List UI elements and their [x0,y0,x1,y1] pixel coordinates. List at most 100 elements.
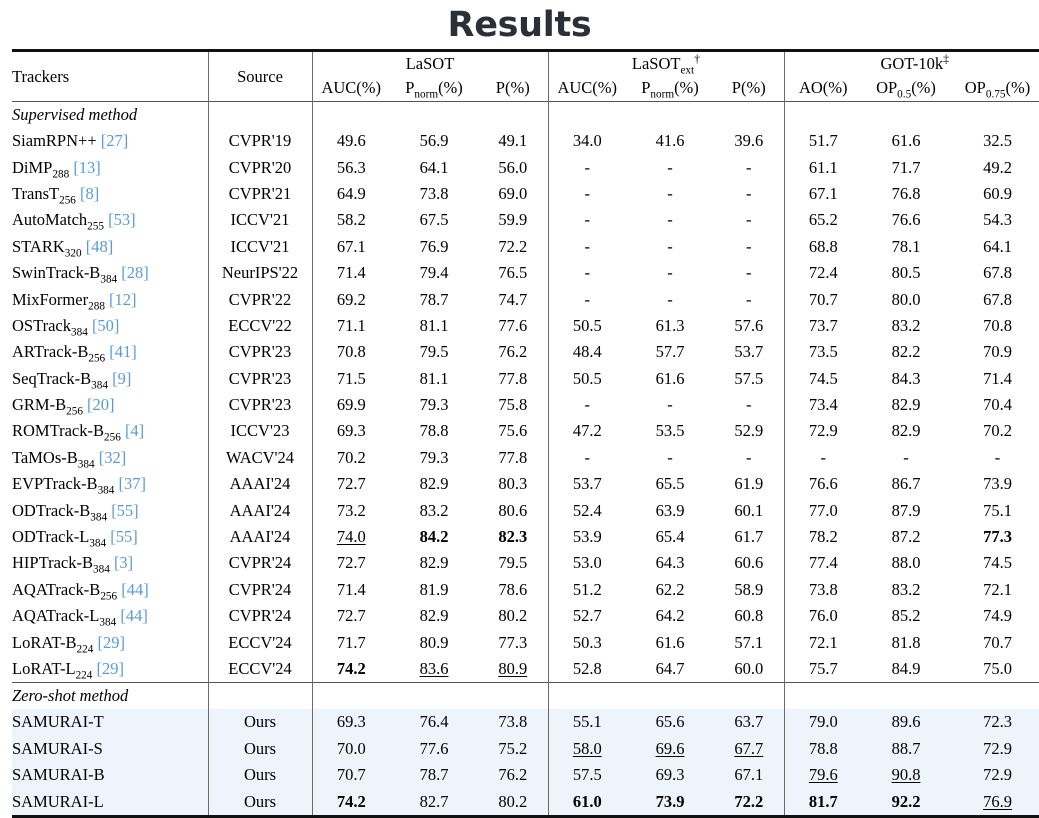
citation-link[interactable]: [48] [86,237,114,256]
metric-value: 76.6 [891,210,921,230]
table-row[interactable]: AQATrack-L384 [44] CVPR'24 72.7 82.9 80.2 52.… [12,603,1039,630]
metric-value: - [667,289,673,309]
metric-value: 50.5 [547,312,626,340]
metric-value: 71.5 [311,365,390,392]
citation-link[interactable]: [28] [121,263,149,282]
table-row[interactable]: LoRAT-L224 [29] ECCV'24 74.2 83.6 80.9 52.8 64… [12,655,1039,683]
metric-value: 88.0 [891,553,921,573]
metric-value: 75.8 [498,395,528,415]
metric-value: - [667,236,673,256]
tracker-name: MixFormer288 [12] [12,289,137,312]
metric-value: 72.3 [950,709,1039,736]
table-row[interactable]: SwinTrack-B384 [28] NeurIPS'22 71.4 79.4 76.… [12,259,1039,287]
tracker-source: CVPR'22 [207,286,312,313]
citation-link[interactable]: [12] [109,290,137,309]
table-row[interactable]: ARTrack-B256 [41] CVPR'23 70.8 79.5 76.2 48.4… [12,339,1039,366]
metric-value: 69.3 [311,709,390,736]
citation-link[interactable]: [29] [97,659,125,678]
metric-value: 79.3 [419,395,449,415]
header-subcol-1: Pnorm(%) [405,78,463,101]
citation-link[interactable]: [44] [120,606,148,625]
tracker-name: SAMURAI-T [12,709,208,736]
table-row[interactable]: EVPTrack-B384 [37] AAAI'24 72.7 82.9 80.3 53.… [12,471,1039,498]
table-row[interactable]: LoRAT-B224 [29] ECCV'24 71.7 80.9 77.3 50.3 61… [12,629,1039,656]
metric-value: 69.2 [311,286,390,313]
metric-value: 67.8 [983,263,1012,283]
metric-value: 79.0 [783,709,862,736]
metric-value: 61.6 [655,632,685,652]
tracker-source: ECCV'22 [207,312,312,340]
table-row[interactable]: GRM-B256 [20] CVPR'23 69.9 79.3 75.8- - -73.4 8… [12,391,1039,419]
table-row[interactable]: DiMP288 [13] CVPR'20 56.3 64.1 56.0- - -61.1 71… [12,154,1039,181]
citation-link[interactable]: [55] [111,501,139,520]
metric-value: 51.7 [783,128,862,155]
table-row[interactable]: ODTrack-B384 [55] AAAI'24 73.2 83.2 80.6 52.4… [12,497,1039,524]
metric-value: 74.0 [311,523,390,551]
citation-link[interactable]: [55] [110,527,138,546]
metric-value: 70.4 [983,395,1012,415]
metric-value: 79.4 [419,263,449,283]
tracker-source: CVPR'24 [207,603,312,630]
metric-value: 76.8 [891,183,921,203]
citation-link[interactable]: [13] [73,158,101,177]
table-row[interactable]: MixFormer288 [12] CVPR'22 69.2 78.7 74.7- - -7… [12,286,1039,313]
tracker-source: NeurIPS'22 [207,259,312,287]
table-header-groups: Trackers Source LaSOT LaSOText† GOT-10k‡ [12,52,1039,102]
citation-link[interactable]: [53] [108,210,136,229]
citation-link[interactable]: [29] [97,633,125,652]
metric-value: 56.9 [419,131,449,151]
tracker-name: DiMP288 [13] [12,157,101,180]
metric-value: 70.2 [983,421,1012,441]
metric-value: 49.2 [983,157,1012,177]
table-row[interactable]: AutoMatch255 [53] ICCV'21 58.2 67.5 59.9- - -6… [12,207,1039,234]
tracker-source: CVPR'23 [207,365,312,392]
metric-value: 82.9 [891,421,921,441]
metric-value: 72.9 [950,761,1039,789]
citation-link[interactable]: [41] [109,342,137,361]
metric-value: 84.3 [891,368,921,388]
citation-link[interactable]: [4] [125,421,144,440]
citation-link[interactable]: [37] [119,474,147,493]
header-subcol-4: Pnorm(%) [641,78,699,101]
table-row[interactable]: SAMURAI-L Ours 74.2 82.7 80.2 61.0 73.9 72.2 81.… [12,788,1039,817]
metric-value: 61.3 [655,315,685,335]
metric-value: - [994,447,1001,467]
citation-link[interactable]: [9] [112,369,131,388]
metric-value: 49.1 [498,131,528,151]
metric-value: 72.1 [983,579,1012,599]
metric-value: 75.0 [983,659,1012,678]
table-row[interactable]: STARK320 [48] ICCV'21 67.1 76.9 72.2- - -68.8 7… [12,233,1039,260]
citation-link[interactable]: [27] [101,131,129,150]
table-row[interactable]: TaMOs-B384 [32] WACV'24 70.2 79.3 77.8- - - - - - [12,444,1039,472]
table-row[interactable]: OSTrack384 [50] ECCV'22 71.1 81.1 77.6 50.5 61… [12,312,1039,340]
table-row[interactable]: SAMURAI-B Ours 70.7 78.7 76.2 57.5 69.3 67.1 79.… [12,761,1039,789]
metric-value: 81.7 [783,788,862,817]
citation-link[interactable]: [3] [114,553,133,572]
tracker-name: STARK320 [48] [12,236,114,260]
table-row[interactable]: AQATrack-B256 [44] CVPR'24 71.4 81.9 78.6 51.… [12,576,1039,604]
table-row[interactable]: ROMTrack-B256 [4] ICCV'23 69.3 78.8 75.6 47.2… [12,418,1039,445]
tracker-source: CVPR'21 [207,180,312,208]
metric-value: 61.6 [891,131,921,151]
metric-value: 74.5 [983,553,1012,573]
metric-value: 72.9 [783,418,862,445]
metric-value: 81.8 [891,632,921,652]
metric-value: 76.6 [783,471,862,498]
citation-link[interactable]: [32] [99,448,127,467]
citation-link[interactable]: [44] [121,580,149,599]
tracker-source: AAAI'24 [207,471,312,498]
metric-value: 73.5 [783,339,862,366]
tracker-name: SiamRPN++ [27] [12,131,129,151]
table-row[interactable]: SiamRPN++ [27] CVPR'19 49.6 56.9 49.1 34.0 41.… [12,128,1039,155]
table-row[interactable]: SAMURAI-T Ours 69.3 76.4 73.8 55.1 65.6 63.7 79.… [12,709,1039,736]
table-row[interactable]: SeqTrack-B384 [9] CVPR'23 71.5 81.1 77.8 50.5… [12,365,1039,392]
metric-value: - [746,263,752,283]
table-row[interactable]: ODTrack-L384 [55] AAAI'24 74.0 84.2 82.3 53.9… [12,523,1039,551]
citation-link[interactable]: [8] [80,184,99,203]
metric-value: 80.6 [498,500,528,520]
metric-value: 60.9 [983,183,1012,203]
citation-link[interactable]: [20] [87,395,115,414]
citation-link[interactable]: [50] [92,316,120,335]
table-row[interactable]: TransT256 [8] CVPR'21 64.9 73.8 69.0- - -67.1 7… [12,180,1039,208]
table-row[interactable]: HIPTrack-B384 [3] CVPR'24 72.7 82.9 79.5 53.0… [12,550,1039,577]
